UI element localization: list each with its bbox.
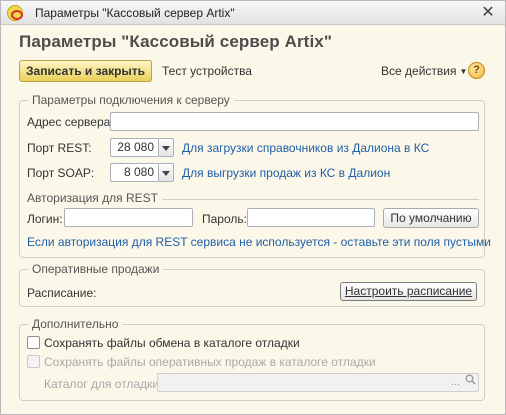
title-bar: Параметры "Кассовый сервер Artix" ✕ [1, 1, 505, 25]
login-input[interactable] [64, 208, 193, 227]
soap-port-input[interactable]: 8 080 [110, 163, 159, 182]
schedule-label: Расписание: [27, 286, 97, 300]
debug-dir-label: Каталог для отладки: [44, 377, 163, 391]
sales-legend: Оперативные продажи [28, 262, 164, 276]
auth-note: Если авторизация для REST сервиса не исп… [27, 235, 491, 249]
browse-dots-icon[interactable]: ... [448, 374, 463, 391]
magnifier-icon[interactable] [463, 374, 478, 391]
window-title: Параметры "Кассовый сервер Artix" [35, 6, 235, 20]
rest-port-hint: Для загрузки справочников из Далиона в К… [182, 141, 430, 155]
all-actions-label: Все действия [381, 64, 457, 78]
test-device-button[interactable]: Тест устройства [162, 64, 252, 78]
save-exchange-files-checkbox[interactable] [27, 336, 40, 349]
help-icon[interactable]: ? [468, 62, 485, 79]
save-sales-files-checkbox[interactable] [27, 355, 40, 368]
app-logo-icon [7, 5, 23, 21]
rest-port-label: Порт REST: [27, 141, 92, 155]
save-sales-files-label: Сохранять файлы оперативных продаж в кат… [44, 355, 376, 369]
save-exchange-files-label: Сохранять файлы обмена в каталоге отладк… [44, 336, 300, 350]
rest-port-input[interactable]: 28 080 [110, 138, 159, 157]
dialog-window: Параметры "Кассовый сервер Artix" ✕ Пара… [0, 0, 506, 415]
page-title: Параметры "Кассовый сервер Artix" [19, 32, 332, 51]
close-icon[interactable]: ✕ [478, 3, 498, 23]
soap-port-dropdown-icon[interactable] [159, 163, 174, 182]
server-address-input[interactable] [110, 112, 479, 131]
soap-port-hint: Для выгрузки продаж из КС в Далион [182, 166, 391, 180]
password-label: Пароль: [202, 212, 247, 226]
server-address-label: Адрес сервера: [27, 115, 114, 129]
extra-legend: Дополнительно [28, 317, 123, 331]
configure-schedule-button[interactable]: Настроить расписание [340, 282, 477, 301]
chevron-down-icon: ▼ [459, 67, 468, 76]
password-input[interactable] [247, 208, 375, 227]
connection-legend: Параметры подключения к серверу [28, 93, 234, 107]
soap-port-label: Порт SOAP: [27, 166, 95, 180]
default-button[interactable]: По умолчанию [383, 208, 479, 228]
auth-legend: Авторизация для REST [27, 191, 162, 205]
rest-port-dropdown-icon[interactable] [159, 138, 174, 157]
debug-dir-input[interactable] [157, 373, 479, 392]
all-actions-menu[interactable]: Все действия ▼ [381, 64, 467, 78]
login-label: Логин: [27, 212, 63, 226]
save-and-close-button[interactable]: Записать и закрыть [19, 60, 152, 82]
